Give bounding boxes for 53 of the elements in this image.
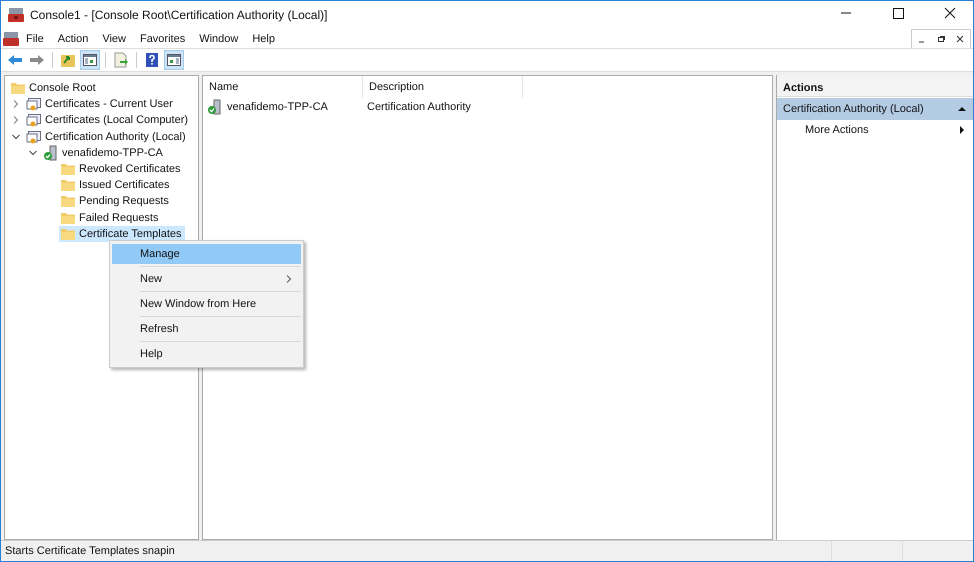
tree-pane-icon[interactable] bbox=[82, 52, 98, 68]
expand-chevron-icon[interactable] bbox=[11, 99, 21, 110]
menu-item[interactable]: Manage bbox=[112, 244, 301, 264]
folder-icon bbox=[60, 193, 76, 210]
tree-item[interactable]: Certification Authority (Local) bbox=[25, 128, 189, 145]
actions-header: Actions bbox=[777, 75, 973, 97]
tree-item[interactable]: Certificates (Local Computer) bbox=[25, 112, 192, 128]
menu-item[interactable]: Window bbox=[192, 32, 246, 44]
certificate-store-icon bbox=[26, 128, 42, 145]
server-icon bbox=[43, 144, 59, 161]
menu-item[interactable]: New bbox=[112, 269, 301, 289]
expand-chevron-icon[interactable] bbox=[11, 115, 21, 126]
window-title: Console1 - [Console Root\Certification Authority (Local)] bbox=[30, 8, 328, 22]
collapse-triangle-icon[interactable] bbox=[957, 104, 967, 114]
server-icon bbox=[207, 99, 223, 115]
menu-item[interactable]: Help bbox=[112, 344, 301, 364]
collapse-chevron-icon[interactable] bbox=[28, 148, 38, 158]
folder-icon bbox=[10, 80, 26, 96]
collapse-chevron-icon[interactable] bbox=[11, 132, 21, 142]
actions-section-header[interactable]: Certification Authority (Local) bbox=[777, 98, 973, 120]
menu-item[interactable]: File bbox=[19, 32, 51, 44]
action-pane-icon[interactable] bbox=[166, 52, 182, 68]
menu-item[interactable]: Help bbox=[245, 32, 282, 44]
back-arrow-icon[interactable] bbox=[7, 52, 23, 68]
certificate-store-icon bbox=[26, 112, 42, 128]
action-link[interactable]: More Actions bbox=[805, 124, 869, 136]
folder-icon bbox=[60, 161, 76, 178]
folder-up-icon[interactable] bbox=[60, 52, 76, 68]
column-header[interactable]: Description bbox=[363, 76, 523, 98]
list-item-name[interactable]: venafidemo-TPP-CA bbox=[227, 101, 328, 113]
app-icon bbox=[3, 30, 19, 46]
tree-item[interactable]: Console Root bbox=[9, 80, 99, 96]
app-icon bbox=[8, 7, 24, 23]
menu-item[interactable]: Refresh bbox=[112, 319, 301, 339]
export-list-icon[interactable] bbox=[113, 52, 129, 68]
status-text: Starts Certificate Templates snapin bbox=[4, 545, 176, 557]
tree-item[interactable]: Revoked Certificates bbox=[59, 161, 184, 178]
menu-item[interactable]: New Window from Here bbox=[112, 294, 301, 314]
certificate-store-icon bbox=[26, 96, 42, 112]
menu-item[interactable]: Favorites bbox=[132, 32, 192, 44]
table-cell-text: Certification Authority bbox=[366, 101, 472, 113]
menu-item[interactable]: View bbox=[95, 32, 133, 44]
menu-item[interactable]: Action bbox=[50, 32, 96, 44]
tree-item[interactable]: Pending Requests bbox=[59, 193, 172, 210]
column-header[interactable]: Name bbox=[203, 76, 363, 98]
tree-item[interactable]: Certificates - Current User bbox=[25, 96, 176, 112]
tree-item[interactable]: Failed Requests bbox=[59, 210, 162, 226]
forward-arrow-icon[interactable] bbox=[29, 52, 45, 68]
tree-item[interactable]: venafidemo-TPP-CA bbox=[42, 144, 166, 161]
help-icon[interactable] bbox=[144, 52, 160, 68]
tree-item[interactable]: Issued Certificates bbox=[59, 177, 172, 194]
folder-icon bbox=[60, 177, 76, 194]
tree-item[interactable]: Certificate Templates bbox=[59, 226, 185, 242]
